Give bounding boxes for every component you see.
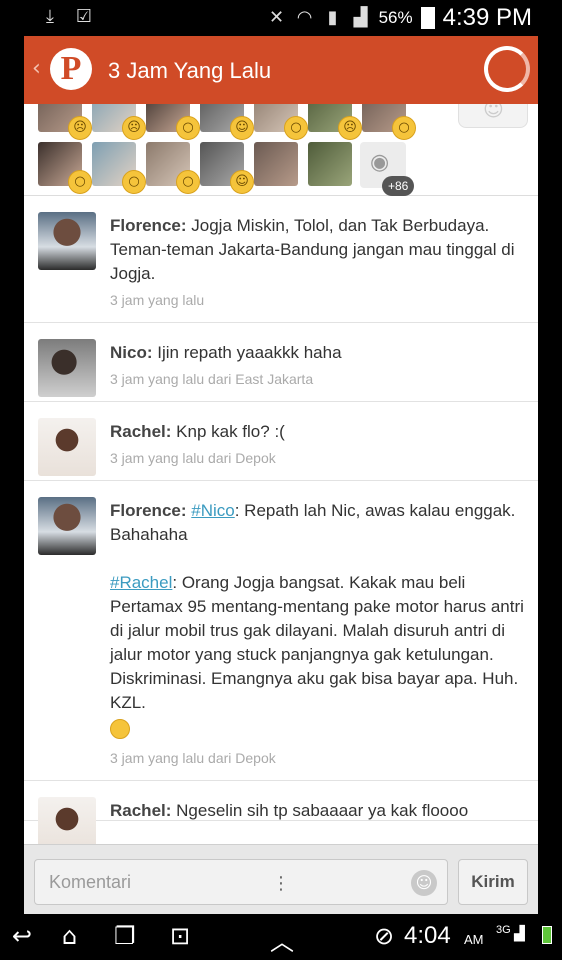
sad-emoji-icon: ☹ [68, 116, 92, 140]
add-reaction-button[interactable]: ☺ [458, 104, 528, 128]
avatar[interactable]: ☹ [308, 104, 362, 140]
avatar[interactable] [38, 212, 96, 270]
comment-item: Rachel: Knp kak flo? :( 3 jam yang lalu … [24, 402, 538, 481]
sad-emoji-icon: ☹ [122, 116, 146, 140]
path-logo[interactable]: P [50, 48, 92, 90]
comment-item: Florence: Jogja Miskin, Tolol, dan Tak B… [24, 196, 538, 323]
comment-feed[interactable]: ☹ ☹ ○ ☺ ○ ☹ ○ ☺ ○ ○ ○ ☺ ◉ +86 Florence: … [24, 104, 538, 844]
comment-meta: 3 jam yang lalu dari Depok [110, 750, 276, 766]
comment-body: #Rachel: Orang Jogja bangsat. Kakak mau … [110, 571, 526, 715]
emoji-picker-icon[interactable]: ☺ [411, 870, 437, 896]
app-screen: ‹ P 3 Jam Yang Lalu ☹ ☹ ○ ☺ ○ ☹ ○ ☺ ○ ○ … [24, 36, 538, 914]
avatar[interactable]: ☹ [92, 104, 146, 140]
app-bar: ‹ P 3 Jam Yang Lalu [24, 36, 538, 104]
avatar[interactable] [38, 418, 96, 476]
alarm-icon: ⊘ [374, 922, 395, 950]
sim-icon: ▮ [327, 7, 338, 28]
smile-icon: ☺ [483, 104, 504, 121]
comment-item: Rachel: Ngeselin sih tp sabaaaar ya kak … [24, 781, 538, 844]
surprised-emoji-icon: ○ [392, 116, 416, 140]
battery-percent: 56% [378, 8, 413, 27]
comment-body: Florence: Jogja Miskin, Tolol, dan Tak B… [110, 214, 526, 286]
bag-icon: ☑ [75, 6, 93, 27]
avatar[interactable] [38, 339, 96, 397]
crying-emoji-icon [110, 719, 130, 739]
comment-meta: 3 jam yang lalu [110, 292, 205, 308]
avatar[interactable] [308, 142, 352, 186]
comment-text: Ijin repath yaaakkk haha [157, 343, 342, 362]
comment-text: : Orang Jogja bangsat. Kakak mau beli Pe… [110, 573, 524, 712]
back-arrow-icon[interactable]: ‹ [32, 56, 41, 81]
status-bar: ⤓ ☑ ✕ ◠ ▮ ▟ 56% 4:39 PM [0, 0, 562, 36]
comment-input[interactable]: Komentari ☺ [34, 859, 448, 905]
comment-body: Rachel: Knp kak flo? :( [110, 420, 526, 444]
comment-author[interactable]: Rachel: [110, 801, 171, 820]
screenshot-icon[interactable]: ⊡ [170, 922, 190, 950]
mention-link[interactable]: #Nico [191, 501, 234, 520]
comment-author[interactable]: Florence: [110, 501, 187, 520]
comment-meta: 3 jam yang lalu dari Depok [110, 450, 276, 466]
reactions-panel: ☹ ☹ ○ ☺ ○ ☹ ○ ☺ ○ ○ ○ ☺ ◉ +86 [24, 104, 538, 196]
avatar[interactable]: ○ [38, 142, 92, 194]
mute-icon: ✕ [269, 7, 285, 28]
network-type: 3G [496, 924, 511, 936]
wifi-icon: ◠ [296, 7, 313, 28]
sad-emoji-icon: ☹ [338, 116, 362, 140]
avatar[interactable]: ☺ [200, 142, 254, 194]
send-button[interactable]: Kirim [458, 859, 528, 905]
recent-apps-icon[interactable]: ❐ [114, 922, 136, 950]
nav-ampm: AM [464, 932, 484, 947]
overflow-menu-icon[interactable]: ⋮ [272, 873, 290, 894]
reaction-row: ☹ ☹ ○ ☺ ○ ☹ ○ [38, 104, 416, 140]
battery-icon [420, 7, 435, 29]
comment-text: Knp kak flo? :( [176, 422, 285, 441]
surprised-emoji-icon: ○ [284, 116, 308, 140]
avatar[interactable] [254, 142, 298, 186]
nav-time: 4:04 [404, 922, 451, 949]
comment-meta: 3 jam yang lalu dari East Jakarta [110, 371, 314, 387]
more-count-badge: +86 [382, 176, 415, 196]
avatar[interactable] [38, 497, 96, 555]
avatar[interactable]: ☺ [200, 104, 254, 140]
signal-icon: ▟ [353, 7, 368, 28]
surprised-emoji-icon: ○ [68, 170, 92, 194]
comment-author[interactable]: Nico: [110, 343, 153, 362]
comment-author[interactable]: Florence: [110, 216, 187, 235]
avatar[interactable]: ○ [146, 142, 200, 194]
signal-icon: ▟ [514, 926, 525, 942]
back-icon[interactable]: ↩ [12, 922, 32, 950]
surprised-emoji-icon: ○ [122, 170, 146, 194]
avatar[interactable]: ○ [92, 142, 146, 194]
happy-emoji-icon: ☺ [230, 116, 254, 140]
avatar[interactable]: ○ [254, 104, 308, 140]
loading-ring-icon[interactable] [484, 46, 530, 92]
comment-item: Nico: Ijin repath yaaakkk haha 3 jam yan… [24, 323, 538, 402]
comment-composer: Komentari ☺ ⋮ Kirim [24, 844, 538, 914]
download-icon: ⤓ [46, 6, 54, 27]
comment-body: Nico: Ijin repath yaaakkk haha [110, 341, 526, 365]
more-reactions-button[interactable]: ◉ +86 [360, 142, 415, 196]
reaction-row: ○ ○ ○ ☺ [38, 142, 352, 194]
comment-body: Florence: #Nico: Repath lah Nic, awas ka… [110, 499, 526, 547]
page-title: 3 Jam Yang Lalu [108, 58, 272, 83]
battery-icon [542, 926, 552, 944]
system-nav-bar: ↩ ⌂ ❐ ⊡ ︿ ⊘ 4:04 AM 3G ▟ [0, 914, 562, 960]
chevron-up-icon[interactable]: ︿ [270, 922, 294, 957]
comment-body: Rachel: Ngeselin sih tp sabaaaar ya kak … [110, 799, 526, 823]
wink-emoji-icon: ☺ [230, 170, 254, 194]
eye-icon: ◉ [370, 150, 390, 175]
surprised-emoji-icon: ○ [176, 170, 200, 194]
avatar[interactable]: ○ [362, 104, 416, 140]
avatar[interactable]: ○ [146, 104, 200, 140]
comment-placeholder: Komentari [49, 872, 132, 892]
home-icon[interactable]: ⌂ [62, 922, 77, 950]
comment-text: Ngeselin sih tp sabaaaar ya kak floooo [176, 801, 469, 820]
avatar[interactable] [38, 797, 96, 844]
surprised-emoji-icon: ○ [176, 116, 200, 140]
avatar[interactable]: ☹ [38, 104, 92, 140]
mention-link[interactable]: #Rachel [110, 573, 172, 592]
status-time: 4:39 PM [442, 4, 532, 31]
comment-item: Florence: #Nico: Repath lah Nic, awas ka… [24, 481, 538, 781]
comment-author[interactable]: Rachel: [110, 422, 171, 441]
